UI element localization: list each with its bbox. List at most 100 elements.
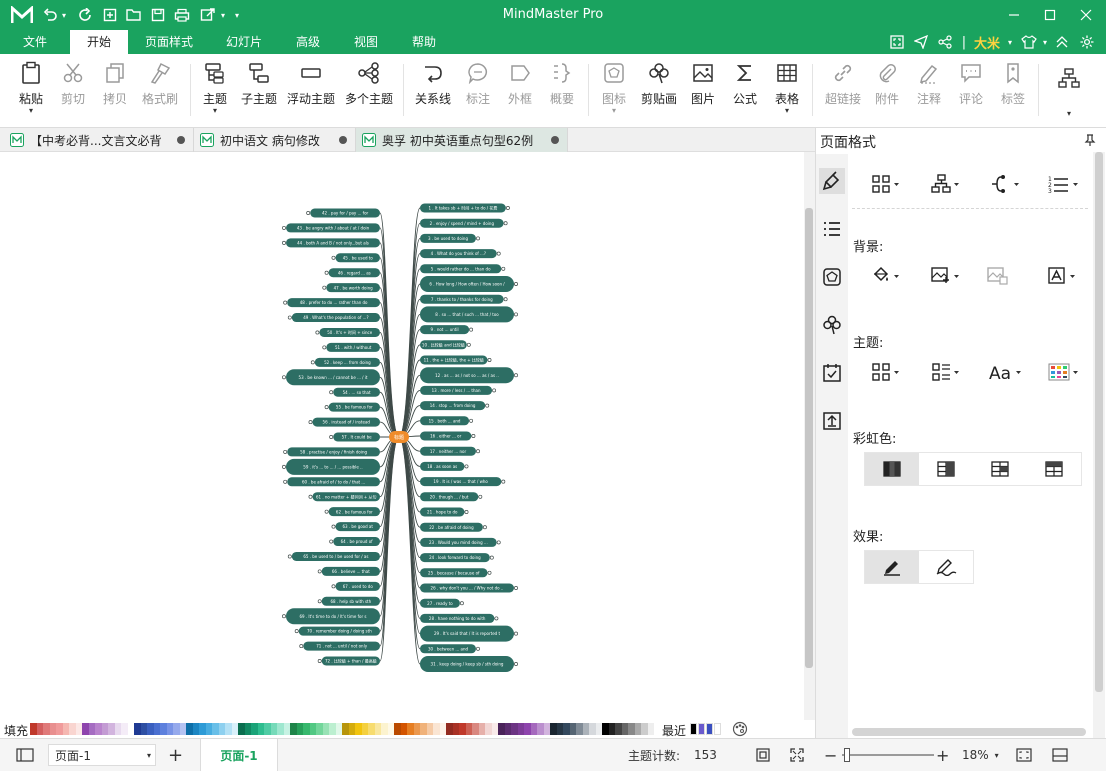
share-icon[interactable] [934,30,956,54]
collapse-toggle[interactable] [283,479,288,484]
collapse-toggle[interactable] [308,494,313,499]
recent-color-swatch[interactable] [706,723,713,735]
clipart-button[interactable]: 剪贴画 [638,58,680,122]
tag-button[interactable]: 标签 [996,58,1030,122]
theme-font-icon[interactable]: Aa [986,360,1026,384]
doc-tab-2[interactable]: 初中语文 病句修改 [194,128,356,152]
collapse-toggle[interactable] [464,510,469,514]
collapse-toggle[interactable] [514,662,518,666]
collapse-toggle[interactable] [331,584,336,589]
table-dropdown-icon[interactable]: ▾ [785,107,789,115]
collapse-toggle[interactable] [503,297,508,302]
comment-button[interactable]: 评论 [954,58,988,122]
open-folder-icon[interactable] [122,0,146,30]
effect-normal-pen-icon[interactable] [865,551,919,583]
add-page-button[interactable]: + [168,739,188,771]
menu-tab-home[interactable]: 开始 [70,30,128,54]
collapse-toggle[interactable] [317,599,322,604]
menu-tab-help[interactable]: 帮助 [400,30,448,54]
formula-button[interactable]: 公式 [728,58,762,122]
print-icon[interactable] [170,0,194,30]
zoom-out-button[interactable]: − [824,739,837,771]
collapse-toggle[interactable] [287,554,292,559]
collapse-toggle[interactable] [324,509,329,514]
panel-vertical-scrollbar[interactable] [1093,152,1105,738]
menu-tab-file[interactable]: 文件 [8,30,62,54]
collapse-toggle[interactable] [317,659,322,663]
icon-library-tab-icon[interactable] [819,264,845,290]
page-select-dropdown-icon[interactable]: ▾ [147,751,151,760]
collapse-toggle[interactable] [459,601,464,606]
redo-icon[interactable] [74,0,98,30]
collapse-toggle[interactable] [503,221,508,226]
collapse-toggle[interactable] [310,360,315,365]
close-tab-icon[interactable] [551,136,559,144]
close-button[interactable] [1068,0,1104,30]
hyperlink-button[interactable]: 超链接 [822,58,864,122]
save-icon[interactable] [146,0,170,30]
collapse-toggle[interactable] [469,418,474,423]
recent-color-swatch[interactable] [690,723,697,735]
maximize-button[interactable] [1032,0,1068,30]
menu-tab-advanced[interactable]: 高级 [282,30,334,54]
collapse-toggle[interactable] [329,539,334,544]
collapse-toggle[interactable] [514,586,518,590]
picture-button[interactable]: 图片 [686,58,720,122]
floating-topic-button[interactable]: 浮动主题 [284,58,338,122]
clipart-tab-icon[interactable] [819,312,845,338]
fullscreen-icon[interactable] [886,30,908,54]
paste-dropdown-icon[interactable]: ▾ [29,107,33,115]
collapse-toggle[interactable] [324,405,329,410]
task-calendar-tab-icon[interactable] [819,360,845,386]
copy-button[interactable]: 拷贝 [96,58,134,122]
theme-list-icon[interactable] [926,360,966,384]
theme-color-icon[interactable] [1044,360,1084,384]
skin-shirt-icon[interactable] [1018,30,1040,54]
fit-window-icon[interactable] [1016,739,1036,771]
collapse-toggle[interactable] [487,358,492,362]
connector-style-icon[interactable] [986,172,1026,196]
rainbow-option-4[interactable] [1027,453,1081,485]
collapse-toggle[interactable] [283,449,288,454]
recent-color-swatch[interactable] [714,723,721,735]
collapse-toggle[interactable] [496,540,501,545]
menu-tab-view[interactable]: 视图 [342,30,390,54]
new-file-icon[interactable] [98,0,122,30]
doc-tab-3[interactable]: 奥孚 初中英语重点句型62例 [356,128,568,152]
boundary-button[interactable]: 外框 [502,58,538,122]
collapse-ribbon-icon[interactable] [1052,30,1072,54]
collapse-toggle[interactable] [329,390,334,395]
collapse-toggle[interactable] [489,555,494,560]
topic-button[interactable]: 主题 ▾ [198,58,232,122]
recent-color-swatch[interactable] [698,723,705,735]
export-dropdown-icon[interactable]: ▾ [218,0,228,30]
icon-button[interactable]: 图标 ▾ [596,58,632,122]
export-upload-tab-icon[interactable] [819,408,845,434]
hide-panel-icon[interactable] [1052,739,1072,771]
collapse-toggle[interactable] [315,330,320,335]
collapse-toggle[interactable] [496,251,501,256]
zoom-slider-handle[interactable] [844,748,850,762]
note-button[interactable]: 注释 [912,58,946,122]
collapse-toggle[interactable] [294,629,299,634]
panel-horizontal-scrollbar[interactable] [852,728,1086,736]
doc-tab-1[interactable]: 【中考必背...文言文必背 [4,128,194,152]
collapse-toggle[interactable] [331,524,336,529]
page-select[interactable]: 页面-1 ▾ [48,744,156,766]
collapse-toggle[interactable] [282,225,286,230]
close-tab-icon[interactable] [339,136,347,144]
collapse-toggle[interactable] [485,403,490,408]
layout-dropdown-icon[interactable]: ▾ [1067,110,1071,118]
theme-layout-icon[interactable] [866,360,906,384]
collapse-toggle[interactable] [282,614,286,619]
collapse-toggle[interactable] [471,434,476,438]
page-tab-active[interactable]: 页面-1 [200,739,278,771]
page-format-tab-icon[interactable] [819,168,845,194]
menu-tab-slides[interactable]: 幻灯片 [214,30,274,54]
page-list-toggle-icon[interactable] [16,739,38,771]
collapse-toggle[interactable] [331,255,336,260]
remove-background-image-icon[interactable] [978,264,1018,288]
table-button[interactable]: 表格 ▾ [770,58,804,122]
settings-icon[interactable] [1076,30,1098,54]
collapse-toggle[interactable] [464,464,469,469]
